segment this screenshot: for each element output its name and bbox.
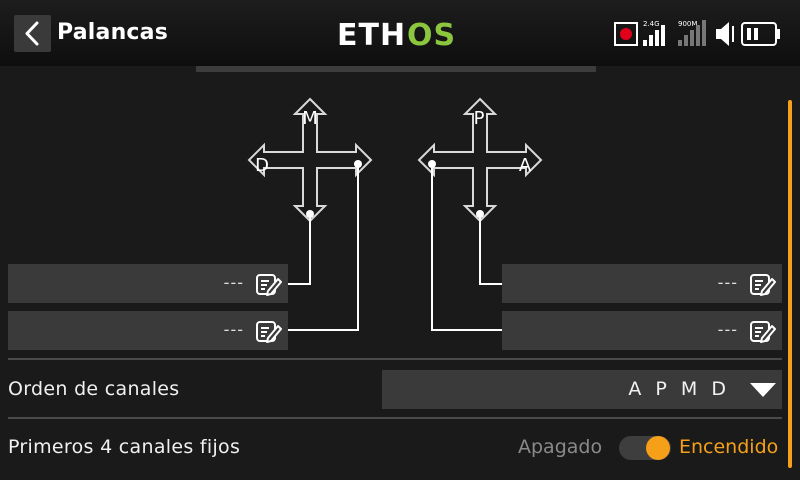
left-horizontal-channel-field[interactable]: --- (8, 311, 288, 350)
signal-24-icon (643, 25, 665, 46)
ethos-logo: ETH OS (337, 18, 456, 51)
right-horizontal-channel-field[interactable]: --- (502, 311, 782, 350)
toggle-on-label[interactable]: Encendido (679, 436, 778, 458)
signal-24-label: 2.4G (643, 20, 660, 28)
right-stick-right-label: A (518, 155, 532, 176)
field-value: --- (717, 273, 738, 292)
speaker-icon (716, 22, 734, 46)
page-title: Palancas (57, 20, 169, 45)
svg-text:OS: OS (407, 18, 456, 51)
left-vertical-channel-field[interactable]: --- (8, 264, 288, 303)
chevron-left-icon (25, 21, 39, 46)
first-four-fixed-label: Primeros 4 canales fijos (8, 436, 241, 458)
battery-icon (741, 22, 780, 46)
left-stick-up-label: M (302, 108, 318, 129)
left-stick-left-label: D (255, 155, 269, 176)
record-icon (614, 22, 638, 46)
status-bar: 2.4G 900M (612, 14, 790, 54)
divider (8, 417, 782, 419)
edit-icon[interactable] (748, 317, 776, 345)
right-vertical-channel-field[interactable]: --- (502, 264, 782, 303)
field-value: --- (223, 320, 244, 339)
edit-icon[interactable] (748, 270, 776, 298)
right-stick-up-label: P (473, 108, 485, 129)
channel-order-select[interactable]: A P M D (382, 370, 782, 409)
right-stick-connectors (431, 164, 502, 331)
first-four-fixed-toggle[interactable] (619, 436, 671, 460)
scroll-indicator-top (196, 66, 596, 72)
right-stick-down-dot (476, 210, 484, 218)
divider (8, 358, 782, 360)
edit-icon[interactable] (254, 317, 282, 345)
right-stick-left-dot (428, 160, 436, 168)
edit-icon[interactable] (254, 270, 282, 298)
field-value: --- (717, 320, 738, 339)
back-button[interactable] (14, 15, 51, 52)
channel-order-value: A P M D (628, 378, 730, 400)
signal-900-label: 900M (678, 20, 697, 28)
left-stick-down-dot (306, 210, 314, 218)
left-stick-right-dot (354, 160, 362, 168)
chevron-down-icon (750, 383, 776, 397)
svg-text:ETH: ETH (337, 18, 406, 51)
field-value: --- (223, 273, 244, 292)
left-stick-connectors (288, 164, 359, 331)
channel-order-label: Orden de canales (8, 378, 180, 400)
scrollbar[interactable] (788, 100, 792, 468)
toggle-knob (646, 436, 670, 460)
toggle-off-label[interactable]: Apagado (518, 436, 602, 458)
top-bar: Palancas ETH OS 2.4G 900M (0, 0, 800, 66)
